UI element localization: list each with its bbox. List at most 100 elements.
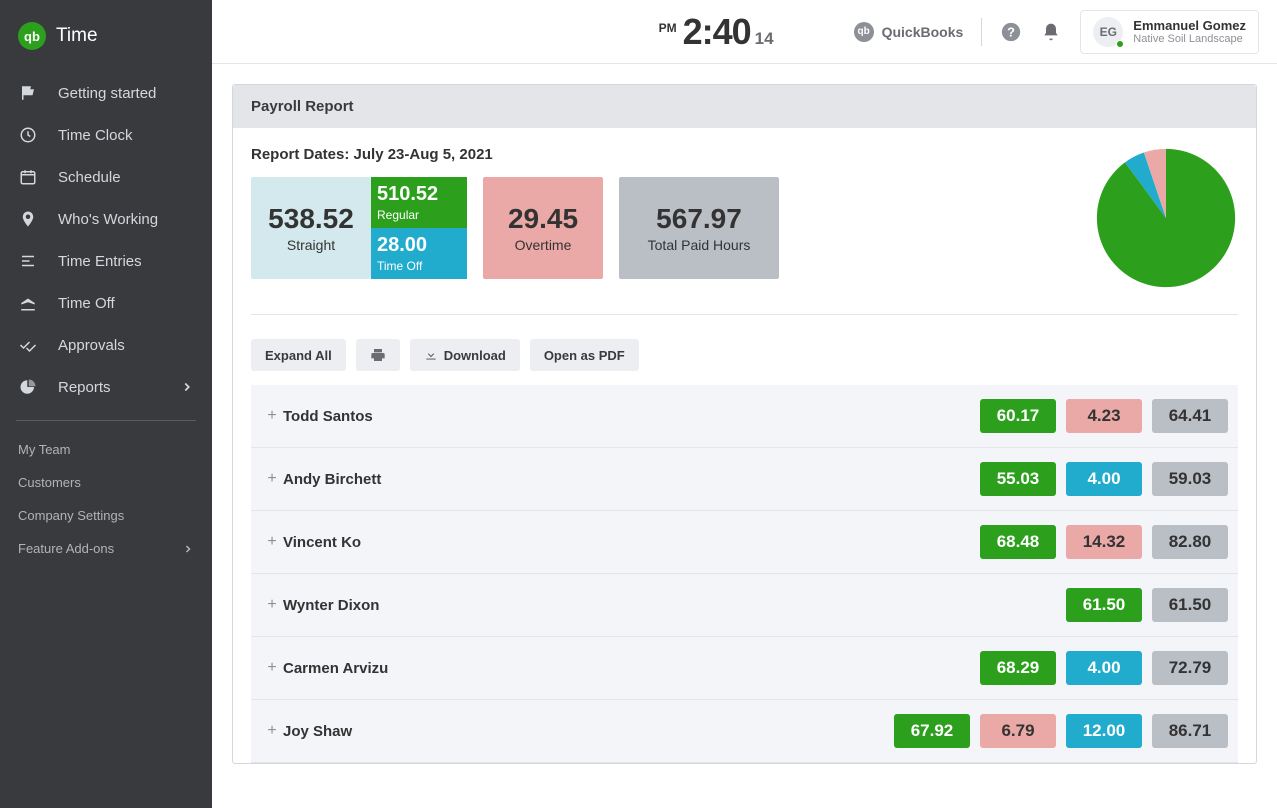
quickbooks-icon: qb [854,22,874,42]
tile-timeoff-value: 28.00 [377,234,461,257]
report-dates: Report Dates: July 23-Aug 5, 2021 [251,146,1070,163]
divider [981,18,982,46]
plane-icon [18,293,38,313]
expand-row-button[interactable]: + [261,470,283,488]
sidebar-item-whos-working[interactable]: Who's Working [0,198,212,240]
badge-total: 86.71 [1152,714,1228,748]
badge-total: 61.50 [1152,588,1228,622]
employee-name: Wynter Dixon [283,597,1066,614]
sidebar-sub-company-settings[interactable]: Company Settings [0,499,212,532]
sidebar-item-time-off[interactable]: Time Off [0,282,212,324]
badge-timeoff: 12.00 [1066,714,1142,748]
expand-row-button[interactable]: + [261,596,283,614]
quickbooks-label: QuickBooks [882,24,964,40]
report-title: Payroll Report [233,85,1256,128]
table-row: +Todd Santos60.174.2364.41 [251,385,1238,448]
topbar: PM 2:40 14 qb QuickBooks ? EG E [212,0,1277,64]
report-toolbar: Expand All Download Open as PDF [251,314,1238,371]
chart-pie-icon [18,377,38,397]
bell-icon [1041,22,1061,42]
badge-regular: 60.17 [980,399,1056,433]
badge-timeoff: 4.00 [1066,651,1142,685]
sidebar-item-schedule[interactable]: Schedule [0,156,212,198]
notifications-button[interactable] [1040,21,1062,43]
badge-overtime: 14.32 [1066,525,1142,559]
badge-regular: 68.29 [980,651,1056,685]
tile-overtime-label: Overtime [495,237,591,253]
table-row: +Carmen Arvizu68.294.0072.79 [251,637,1238,700]
help-button[interactable]: ? [1000,21,1022,43]
table-row: +Wynter Dixon61.5061.50 [251,574,1238,637]
employee-name: Vincent Ko [283,534,980,551]
badge-overtime: 6.79 [980,714,1056,748]
sidebar-item-reports[interactable]: Reports [0,366,212,408]
table-row: +Andy Birchett55.03 4.00 59.03 [251,448,1238,511]
sidebar-sub-feature-addons[interactable]: Feature Add-ons [0,532,212,565]
badge-regular: 68.48 [980,525,1056,559]
presence-dot-icon [1116,40,1124,48]
sidebar-sub-my-team[interactable]: My Team [0,433,212,466]
user-name: Emmanuel Gomez [1133,18,1246,33]
expand-row-button[interactable]: + [261,722,283,740]
sidebar-item-approvals[interactable]: Approvals [0,324,212,366]
sidebar-sub-customers[interactable]: Customers [0,466,212,499]
badge-total: 64.41 [1152,399,1228,433]
print-button[interactable] [356,339,400,371]
quickbooks-link[interactable]: qb QuickBooks [854,22,964,42]
expand-row-button[interactable]: + [261,659,283,677]
employee-name: Joy Shaw [283,723,894,740]
help-icon: ? [1000,21,1022,43]
sidebar: qb Time Getting started Time Clock Sched… [0,0,212,808]
sidebar-item-label: Time Entries [58,253,142,270]
tile-timeoff: 28.00 Time Off [371,228,467,279]
report-card: Payroll Report Report Dates: July 23-Aug… [232,84,1257,764]
tile-straight: 538.52 Straight [251,177,371,279]
expand-row-button[interactable]: + [261,533,283,551]
tile-total-value: 567.97 [631,203,767,235]
sidebar-item-label: Who's Working [58,211,158,228]
badge-total: 72.79 [1152,651,1228,685]
sidebar-item-getting-started[interactable]: Getting started [0,72,212,114]
sidebar-sub-label: My Team [18,442,71,457]
svg-text:?: ? [1007,24,1015,39]
download-button[interactable]: Download [410,339,520,371]
badge-regular: 61.50 [1066,588,1142,622]
sidebar-item-time-entries[interactable]: Time Entries [0,240,212,282]
tile-total: 567.97 Total Paid Hours [619,177,779,279]
row-badges: 61.50 61.50 [1066,588,1228,622]
expand-row-button[interactable]: + [261,407,283,425]
badge-total: 59.03 [1152,462,1228,496]
open-pdf-button[interactable]: Open as PDF [530,339,639,371]
badge-regular: 55.03 [980,462,1056,496]
tile-straight-label: Straight [263,237,359,253]
expand-all-button[interactable]: Expand All [251,339,346,371]
sidebar-item-label: Approvals [58,337,125,354]
download-icon [424,348,438,362]
download-label: Download [444,348,506,363]
sidebar-item-label: Time Clock [58,127,132,144]
avatar: EG [1093,17,1123,47]
brand-logo[interactable]: qb Time [0,8,212,72]
badge-regular: 67.92 [894,714,970,748]
report-body: Report Dates: July 23-Aug 5, 2021 538.52… [233,128,1256,763]
employee-name: Andy Birchett [283,471,980,488]
clock-icon [18,125,38,145]
tile-regular-value: 510.52 [377,183,461,206]
user-org: Native Soil Landscape [1133,33,1246,45]
main: PM 2:40 14 qb QuickBooks ? EG E [212,0,1277,808]
check-double-icon [18,335,38,355]
user-meta: Emmanuel Gomez Native Soil Landscape [1133,18,1246,45]
chevron-right-icon [182,543,194,555]
sidebar-item-label: Time Off [58,295,115,312]
user-menu[interactable]: EG Emmanuel Gomez Native Soil Landscape [1080,10,1259,54]
table-row: +Vincent Ko68.4814.3282.80 [251,511,1238,574]
sidebar-item-time-clock[interactable]: Time Clock [0,114,212,156]
pin-icon [18,209,38,229]
summary-tiles: 538.52 Straight 510.52 Regular [251,177,1070,279]
avatar-initials: EG [1100,25,1117,39]
row-badges: 68.4814.3282.80 [980,525,1228,559]
badge-timeoff: 4.00 [1066,462,1142,496]
brand-text: Time [56,25,98,47]
clock-time: 2:40 [683,11,751,53]
sidebar-item-label: Reports [58,379,111,396]
